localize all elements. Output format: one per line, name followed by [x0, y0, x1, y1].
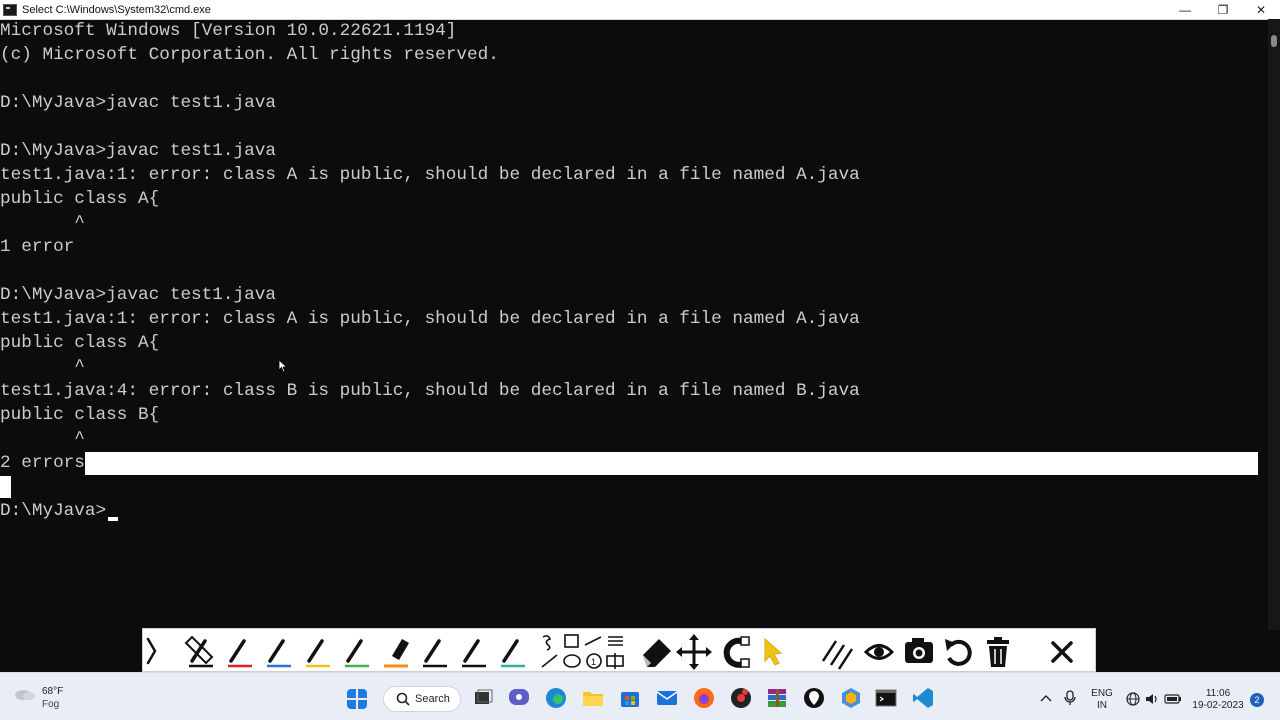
vscode-icon[interactable] — [912, 687, 934, 709]
weather-description: Fog — [42, 699, 60, 710]
pointer-icon[interactable] — [764, 637, 783, 666]
app-hexagon-icon[interactable] — [840, 687, 862, 709]
weather-widget[interactable]: 68°F Fog — [14, 686, 76, 714]
console-line: D:\MyJava>javac test1.java — [0, 93, 276, 113]
move-icon[interactable] — [676, 634, 712, 670]
console-prompt: D:\MyJava> — [0, 501, 107, 521]
pen-black-3-icon[interactable] — [462, 639, 486, 668]
clock-date: 19-02-2023 — [1192, 700, 1244, 711]
console-line: 2 errors — [0, 453, 85, 473]
console-line: test1.java:4: error: class B is public, … — [0, 381, 860, 401]
text-selection-highlight-start — [0, 476, 11, 498]
chrome-icon[interactable] — [730, 687, 752, 709]
battery-icon[interactable] — [1164, 693, 1182, 705]
taskbar-search[interactable]: Search — [383, 686, 461, 712]
pen-blue-icon[interactable] — [267, 639, 291, 668]
collapse-arrow-icon[interactable] — [146, 637, 157, 665]
search-label: Search — [415, 693, 450, 705]
magnet-icon[interactable] — [723, 636, 750, 668]
chat-icon[interactable] — [508, 687, 530, 709]
command-prompt-icon[interactable] — [875, 687, 897, 709]
cmd-app-icon — [3, 3, 17, 16]
search-icon — [396, 692, 410, 706]
eye-icon[interactable] — [863, 644, 895, 660]
language-region: IN — [1097, 700, 1107, 711]
pen-green-icon[interactable] — [345, 639, 369, 668]
console-line: Microsoft Windows [Version 10.0.22621.11… — [0, 21, 457, 41]
console-line: ^ — [0, 357, 85, 377]
volume-icon[interactable] — [1145, 692, 1159, 706]
close-icon: ✕ — [1255, 2, 1267, 17]
svg-text:1: 1 — [591, 657, 596, 667]
text-cursor — [108, 517, 118, 521]
undo-icon[interactable] — [945, 639, 972, 666]
highlighter-orange-icon[interactable] — [384, 639, 409, 668]
edge-browser-icon[interactable] — [545, 687, 567, 709]
window-title-bar[interactable]: Select C:\Windows\System32\cmd.exe — ❐ ✕ — [0, 0, 1280, 20]
console-line: test1.java:1: error: class A is public, … — [0, 309, 860, 329]
console-line: public class B{ — [0, 405, 160, 425]
console-line: D:\MyJava>javac test1.java — [0, 285, 276, 305]
pen-teal-icon[interactable] — [501, 639, 525, 668]
console-line: public class A{ — [0, 333, 160, 353]
console-output[interactable]: Microsoft Windows [Version 10.0.22621.11… — [0, 19, 1268, 630]
file-explorer-icon[interactable] — [582, 687, 604, 709]
close-toolbar-icon[interactable] — [1051, 641, 1073, 663]
scrollbar-thumb[interactable] — [1271, 35, 1277, 47]
weather-temperature: 68°F — [42, 686, 64, 697]
console-line: (c) Microsoft Corporation. All rights re… — [0, 45, 499, 65]
chevron-up-icon[interactable] — [1040, 693, 1052, 703]
console-line: D:\MyJava>javac test1.java — [0, 141, 276, 161]
clock[interactable]: 11:06 19-02-2023 — [1188, 688, 1248, 712]
winrar-icon[interactable] — [766, 687, 788, 709]
start-windows-icon[interactable] — [347, 689, 367, 709]
console-line: test1.java:1: error: class A is public, … — [0, 165, 860, 185]
window-title: Select C:\Windows\System32\cmd.exe — [22, 3, 211, 16]
shapes-icon[interactable]: 1 — [541, 634, 624, 669]
pen-yellow-icon[interactable] — [306, 639, 330, 668]
eraser-icon[interactable] — [643, 639, 671, 667]
camera-icon[interactable] — [905, 638, 933, 663]
language-indicator[interactable]: ENG IN — [1087, 688, 1117, 712]
console-line: ^ — [0, 213, 85, 233]
firefox-icon[interactable] — [693, 687, 715, 709]
mail-icon[interactable] — [656, 687, 678, 709]
console-line: ^ — [0, 429, 85, 449]
pen-red-icon[interactable] — [228, 639, 252, 668]
maximize-button[interactable]: ❐ — [1204, 0, 1242, 19]
pen-black-icon[interactable] — [184, 635, 214, 668]
maps-pin-icon[interactable] — [803, 687, 825, 709]
task-view-icon[interactable] — [472, 687, 494, 709]
language-code: ENG — [1091, 688, 1113, 699]
vertical-scrollbar[interactable] — [1268, 19, 1280, 630]
close-button[interactable]: ✕ — [1242, 0, 1280, 19]
console-line: 1 error — [0, 237, 75, 257]
globe-network-icon[interactable] — [1126, 692, 1140, 706]
taskbar: 68°F Fog Search ENG IN 11:06 19-02-2023 — [0, 672, 1280, 720]
pen-black-2-icon[interactable] — [423, 639, 447, 668]
minimize-button[interactable]: — — [1166, 0, 1204, 19]
store-icon[interactable] — [619, 687, 641, 709]
fog-icon — [15, 690, 35, 700]
delete-icon[interactable] — [987, 637, 1009, 667]
annotation-toolbar[interactable]: 1 — [142, 628, 1096, 672]
microphone-icon[interactable] — [1064, 690, 1076, 706]
mouse-pointer-icon — [278, 359, 288, 373]
clock-time: 11:06 — [1205, 688, 1231, 699]
notification-badge[interactable]: 2 — [1250, 693, 1264, 707]
console-line: public class A{ — [0, 189, 160, 209]
lines-icon[interactable] — [821, 640, 854, 670]
maximize-icon: ❐ — [1217, 2, 1229, 17]
minimize-icon: — — [1179, 2, 1191, 17]
text-selection-highlight — [85, 452, 1258, 475]
